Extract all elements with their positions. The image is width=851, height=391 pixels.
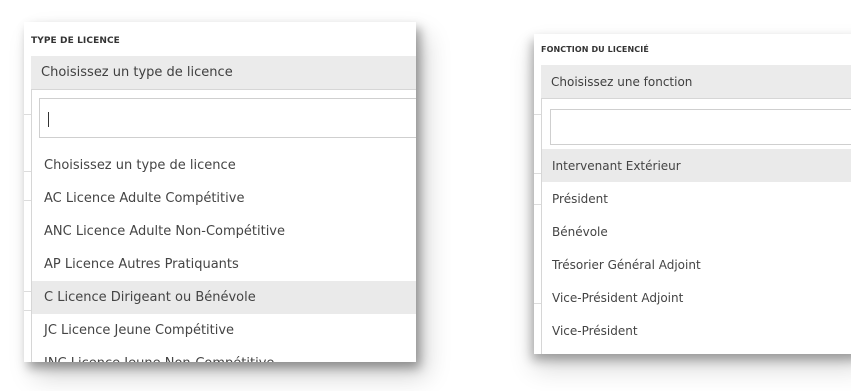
license-type-dropdown: Choisissez un type de licence AC Licence …	[31, 89, 416, 362]
dropdown-option[interactable]: Choisissez un type de licence	[32, 149, 416, 182]
dropdown-option[interactable]: ANC Licence Adulte Non-Compétitive	[32, 215, 416, 248]
license-type-label: TYPE DE LICENCE	[31, 36, 120, 46]
dropdown-option[interactable]: Intervenant Extérieur	[542, 149, 851, 182]
dropdown-option[interactable]: Vice-Président Adjoint	[542, 281, 851, 314]
licensee-function-select[interactable]: Choisissez une fonction	[541, 65, 851, 98]
dropdown-option[interactable]: Président	[542, 182, 851, 215]
dropdown-option[interactable]: Trésorier Général Adjoint	[542, 248, 851, 281]
dropdown-option[interactable]: JNC Licence Jeune Non-Compétitive	[32, 347, 416, 362]
licensee-function-label: FONCTION DU LICENCIÉ	[541, 45, 649, 54]
dropdown-option[interactable]: AC Licence Adulte Compétitive	[32, 182, 416, 215]
dropdown-option[interactable]: JC Licence Jeune Compétitive	[32, 314, 416, 347]
licensee-function-selected-value: Choisissez une fonction	[551, 74, 693, 89]
license-type-selected-value: Choisissez un type de licence	[41, 65, 233, 80]
license-type-search-input[interactable]	[39, 98, 416, 138]
license-type-select[interactable]: Choisissez un type de licence	[31, 56, 416, 89]
licensee-function-panel: FONCTION DU LICENCIÉ Choisissez une fonc…	[534, 34, 851, 354]
licensee-function-search-input[interactable]	[550, 109, 851, 145]
dropdown-option[interactable]: C Licence Dirigeant ou Bénévole	[32, 281, 416, 314]
dropdown-option[interactable]: Bénévole	[542, 215, 851, 248]
dropdown-option[interactable]: Vice-Président	[542, 314, 851, 347]
licensee-function-dropdown: Intervenant Extérieur Président Bénévole Tr…	[541, 98, 851, 354]
dropdown-option[interactable]: AP Licence Autres Pratiquants	[32, 248, 416, 281]
text-cursor	[48, 112, 49, 127]
dropdown-option[interactable]: Secrétaire Général Adjoint	[542, 347, 851, 354]
license-type-panel: TYPE DE LICENCE Choisissez un type de li…	[24, 22, 416, 362]
